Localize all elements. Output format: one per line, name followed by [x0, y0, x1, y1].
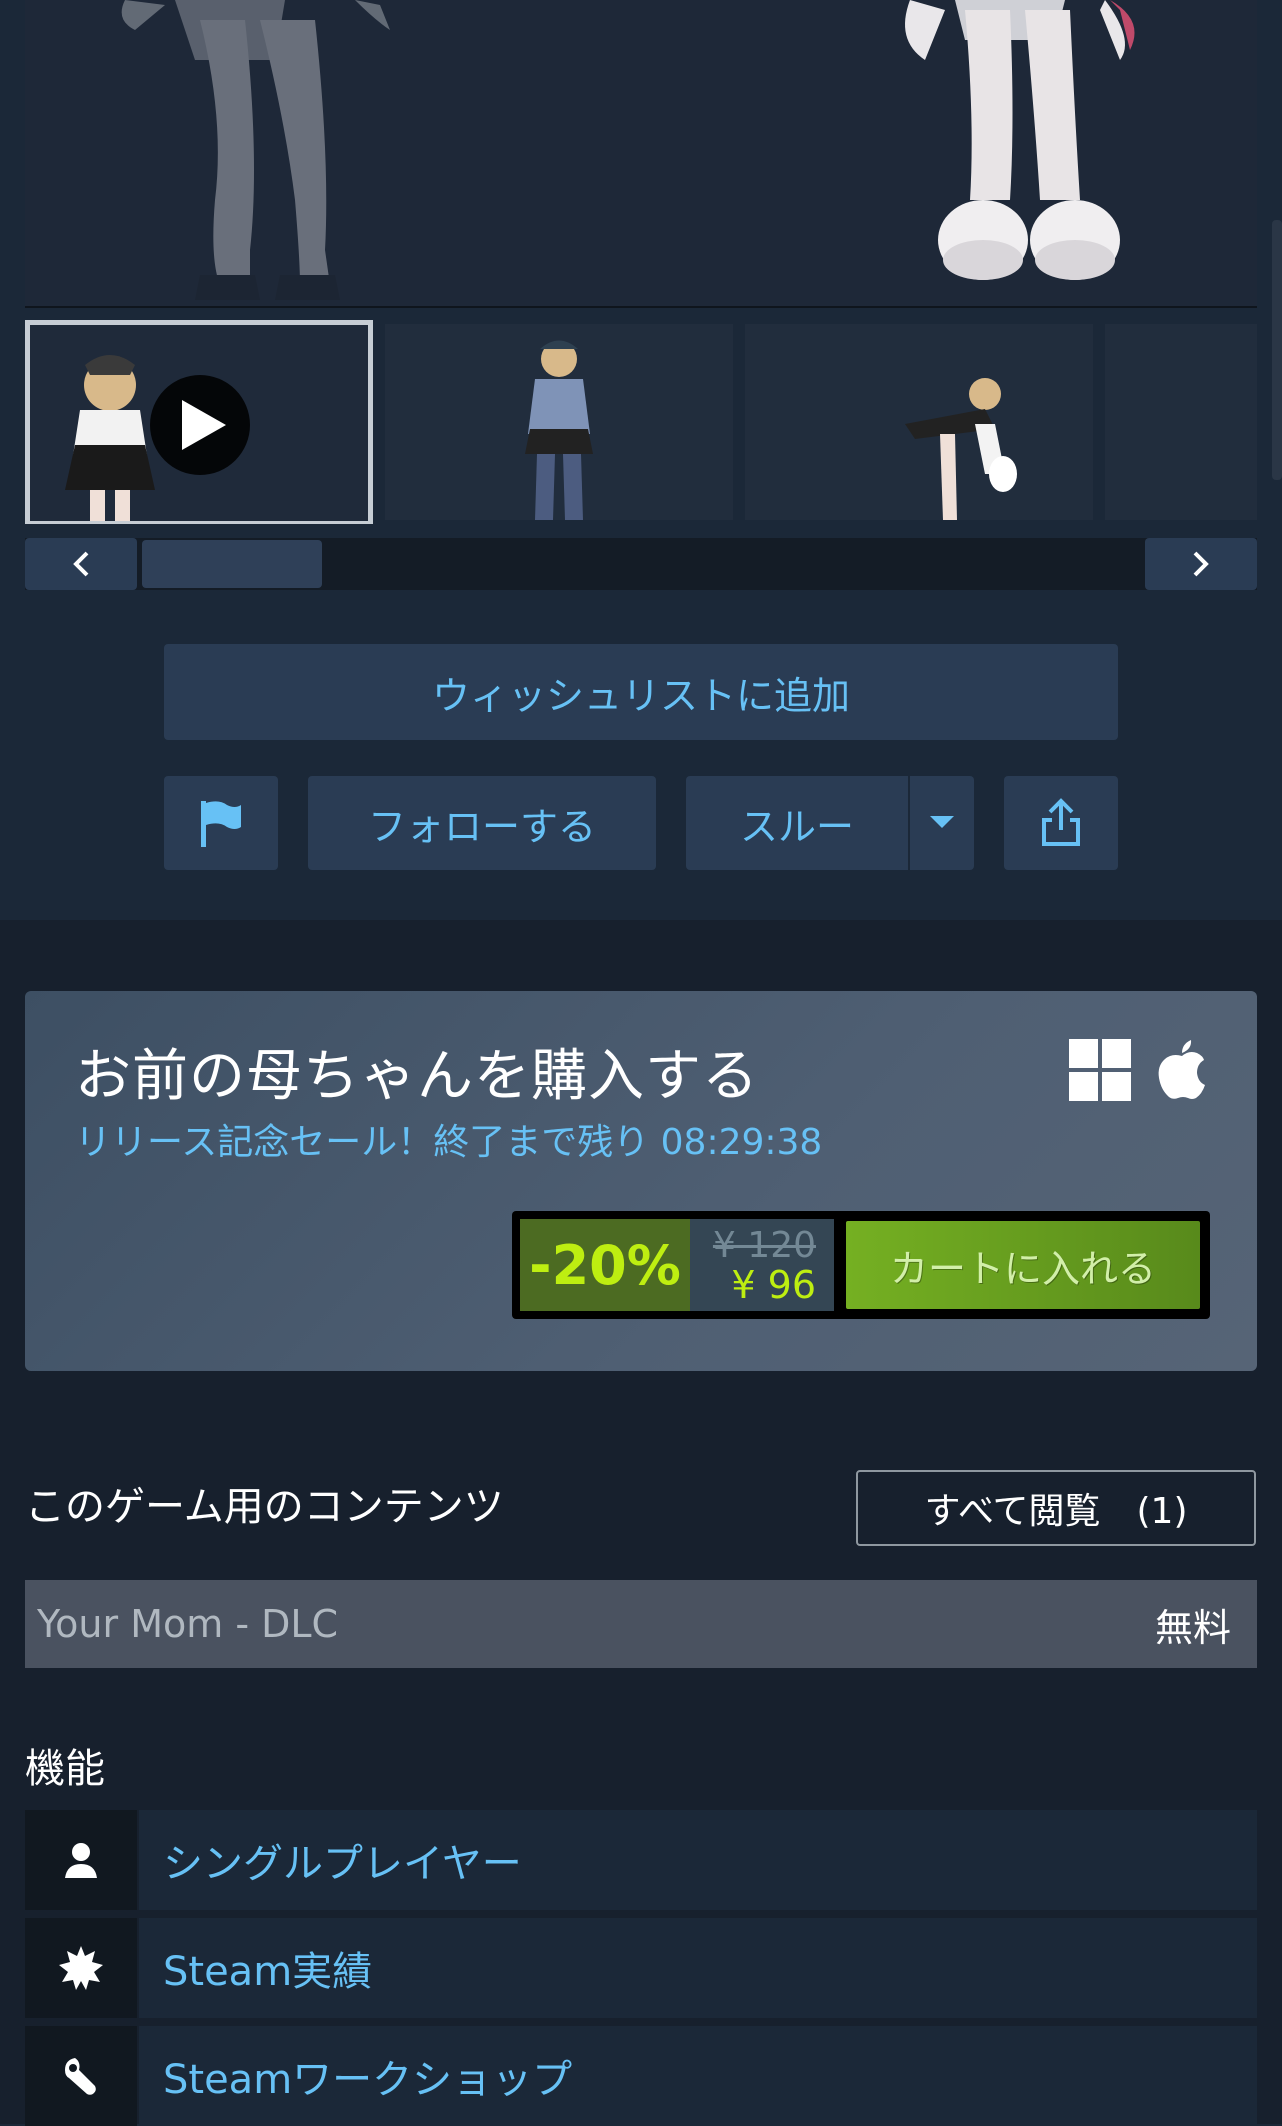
feature-label: Steam実績 [139, 1918, 1257, 2018]
apple-icon [1158, 1040, 1205, 1099]
dlc-item[interactable]: Your Mom - DLC 無料 [25, 1580, 1257, 1668]
thumbnail-artwork [385, 324, 733, 520]
discount-prices: ¥ 120 ¥ 96 [690, 1219, 834, 1311]
features-heading: 機能 [25, 1746, 105, 1792]
wishlist-label: ウィッシュリストに追加 [431, 673, 850, 718]
thumbnail-image-4[interactable] [1105, 324, 1257, 520]
feature-single-player[interactable]: シングルプレイヤー [25, 1810, 1257, 1910]
thumbnail-image-3[interactable] [745, 324, 1093, 520]
chevron-left-icon [73, 551, 89, 577]
follow-button[interactable]: フォローする [308, 776, 656, 870]
ignore-label: スルー [739, 804, 854, 849]
original-price: ¥ 120 [712, 1225, 816, 1266]
buy-block: -20% ¥ 120 ¥ 96 カートに入れる [512, 1211, 1210, 1319]
dlc-price: 無料 [1154, 1605, 1231, 1650]
share-icon [1042, 798, 1080, 846]
ignore-button[interactable]: スルー [686, 776, 908, 870]
achievements-icon [25, 1918, 137, 2018]
feature-label: Steamワークショップ [139, 2026, 1257, 2126]
discount-percent: -20% [520, 1219, 690, 1311]
purchase-title: お前の母ちゃんを購入する [75, 1044, 759, 1109]
feature-label: シングルプレイヤー [139, 1810, 1257, 1910]
browse-all-dlc-button[interactable]: すべて閲覧 (1) [856, 1470, 1256, 1546]
thumbnail-slider[interactable] [25, 538, 1257, 590]
browse-all-label: すべて閲覧 (1) [924, 1491, 1188, 1532]
caret-down-icon [930, 816, 954, 828]
play-icon[interactable] [150, 375, 250, 475]
platform-icons [1069, 1039, 1207, 1101]
add-to-cart-button[interactable]: カートに入れる [846, 1221, 1200, 1309]
follow-label: フォローする [367, 804, 596, 849]
main-screenshot[interactable] [25, 0, 1257, 308]
slider-handle[interactable] [142, 540, 322, 588]
thumbnail-image-2[interactable] [385, 324, 733, 520]
dlc-name: Your Mom - DLC [37, 1602, 339, 1646]
page-scrollbar[interactable] [1272, 220, 1282, 480]
flag-icon [201, 801, 241, 847]
slider-right-button[interactable] [1145, 538, 1257, 590]
feature-workshop[interactable]: Steamワークショップ [25, 2026, 1257, 2126]
windows-icon [1069, 1039, 1131, 1101]
ignore-dropdown-button[interactable] [910, 776, 974, 870]
feature-achievements[interactable]: Steam実績 [25, 1918, 1257, 2018]
character-artwork-left [121, 0, 1135, 300]
thumbnail-video-active[interactable] [25, 320, 373, 524]
add-to-cart-label: カートに入れる [889, 1246, 1156, 1291]
final-price: ¥ 96 [731, 1263, 816, 1307]
wishlist-button[interactable]: ウィッシュリストに追加 [164, 644, 1118, 740]
share-button[interactable] [1004, 776, 1118, 870]
sale-countdown: リリース記念セール！終了まで残り 08:29:38 [75, 1122, 823, 1163]
report-button[interactable] [164, 776, 278, 870]
purchase-box: お前の母ちゃんを購入する リリース記念セール！終了まで残り 08:29:38 -… [25, 991, 1257, 1371]
thumbnail-artwork [745, 324, 1093, 520]
slider-left-button[interactable] [25, 538, 137, 590]
chevron-right-icon [1193, 551, 1209, 577]
thumbnail-strip [25, 320, 1257, 524]
single-player-icon [25, 1810, 137, 1910]
dlc-heading: このゲーム用のコンテンツ [25, 1484, 504, 1530]
workshop-icon [25, 2026, 137, 2126]
